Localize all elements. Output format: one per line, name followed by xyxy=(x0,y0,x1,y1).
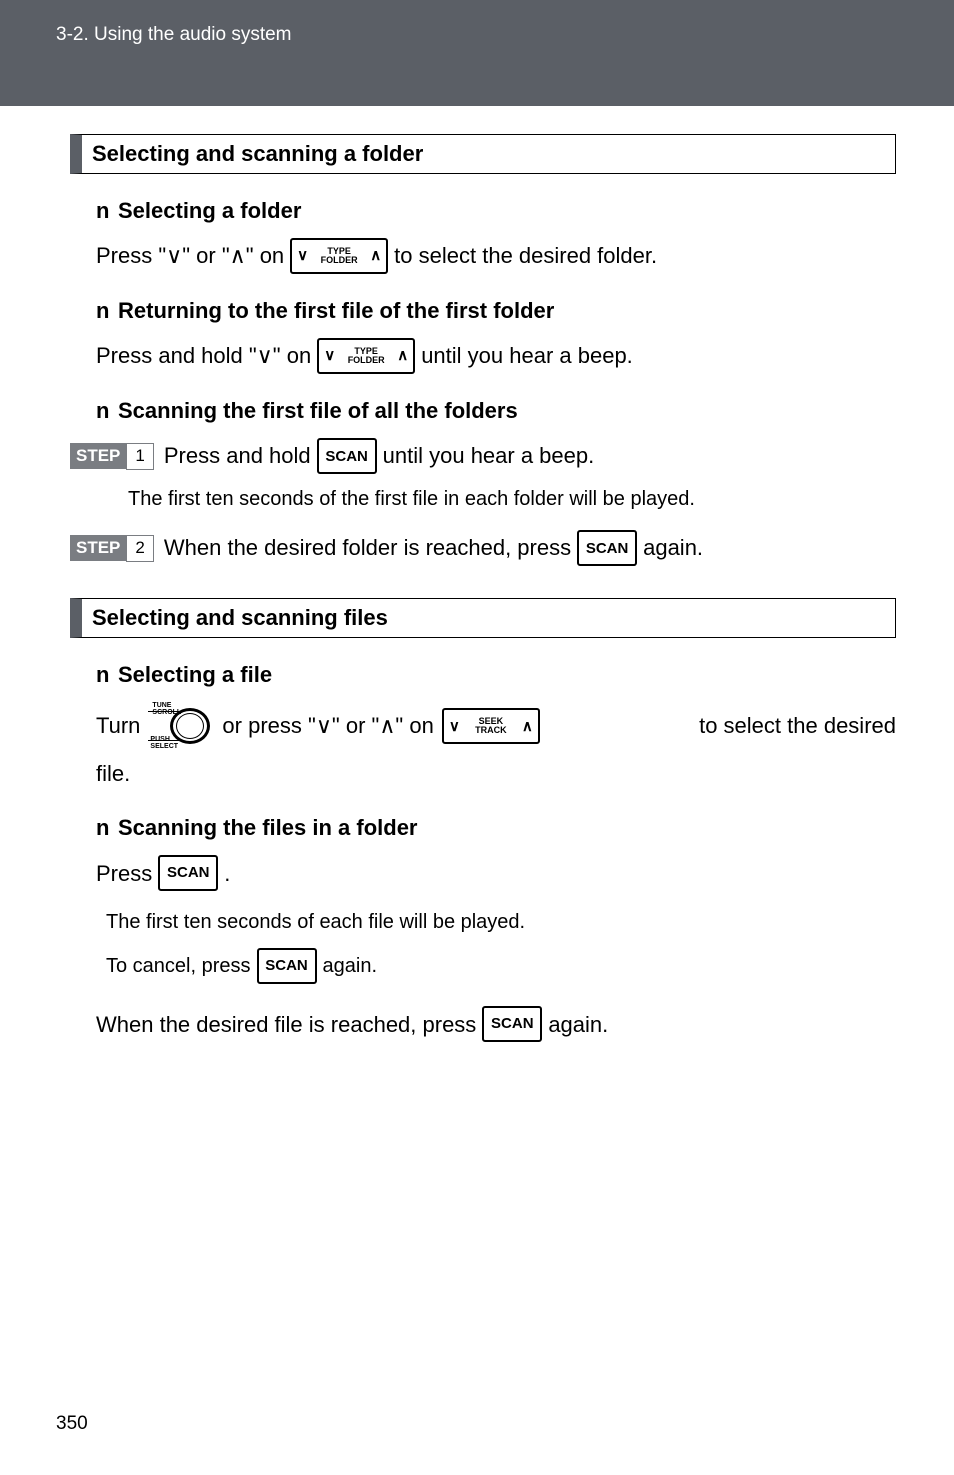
bullet: n xyxy=(96,815,118,841)
type-folder-button[interactable]: ∨ TYPEFOLDER ∧ xyxy=(290,238,388,274)
chevron-down-icon: ∨ xyxy=(297,244,308,268)
breadcrumb: 3-2. Using the audio system xyxy=(56,24,292,45)
bullet: n xyxy=(96,198,118,224)
type-folder-button[interactable]: ∨ TYPEFOLDER ∧ xyxy=(317,338,415,374)
step1-note: The first ten seconds of the first file … xyxy=(128,484,896,514)
seek-track-button[interactable]: ∨ SEEKTRACK ∧ xyxy=(442,708,540,744)
line-cancel: To cancel, press SCAN again. xyxy=(106,948,896,984)
scan-button[interactable]: SCAN xyxy=(257,948,317,984)
section-title-folder: Selecting and scanning a folder xyxy=(70,134,896,174)
content-area: Selecting and scanning a folder nSelecti… xyxy=(0,134,954,1042)
line-select-folder: Press "∨" or "∧" on ∨ TYPEFOLDER ∧ to se… xyxy=(96,238,896,274)
tune-scroll-knob[interactable]: TUNE SCROLL PUSH SELECT xyxy=(148,702,214,750)
subheading-select-file: nSelecting a file xyxy=(96,662,896,688)
chevron-up-icon: ∧ xyxy=(522,717,533,735)
scan-button[interactable]: SCAN xyxy=(577,530,637,566)
page-number: 350 xyxy=(56,1413,88,1435)
line-press-scan: Press SCAN . xyxy=(96,855,896,891)
line-select-file-2: file. xyxy=(96,756,896,791)
section-title-files: Selecting and scanning files xyxy=(70,598,896,638)
scan-button[interactable]: SCAN xyxy=(317,438,377,474)
line-final: When the desired file is reached, press … xyxy=(96,1006,896,1042)
chevron-up-icon: ∧ xyxy=(397,344,408,368)
header-band: 3-2. Using the audio system xyxy=(0,0,954,106)
subheading-scan-files: nScanning the files in a folder xyxy=(96,815,896,841)
step-2-label: STEP2 xyxy=(70,534,154,562)
line-return-first: Press and hold "∨" on ∨ TYPEFOLDER ∧ unt… xyxy=(96,338,896,374)
bullet: n xyxy=(96,398,118,424)
step-2-line: STEP2 When the desired folder is reached… xyxy=(70,530,896,566)
bullet: n xyxy=(96,662,118,688)
scan-note: The first ten seconds of each file will … xyxy=(106,911,896,934)
chevron-down-icon: ∨ xyxy=(324,344,335,368)
bullet: n xyxy=(96,298,118,324)
step-1-label: STEP1 xyxy=(70,442,154,470)
subheading-select-folder: nSelecting a folder xyxy=(96,198,896,224)
scan-button[interactable]: SCAN xyxy=(158,855,218,891)
step-1-line: STEP1 Press and hold SCAN until you hear… xyxy=(70,438,896,474)
scan-button[interactable]: SCAN xyxy=(482,1006,542,1042)
chevron-down-icon: ∨ xyxy=(449,717,460,735)
subheading-return-first: nReturning to the first file of the firs… xyxy=(96,298,896,324)
line-select-file: Turn TUNE SCROLL PUSH SELECT or press "∨… xyxy=(96,702,896,750)
subheading-scan-folders: nScanning the first file of all the fold… xyxy=(96,398,896,424)
chevron-up-icon: ∧ xyxy=(370,244,381,268)
